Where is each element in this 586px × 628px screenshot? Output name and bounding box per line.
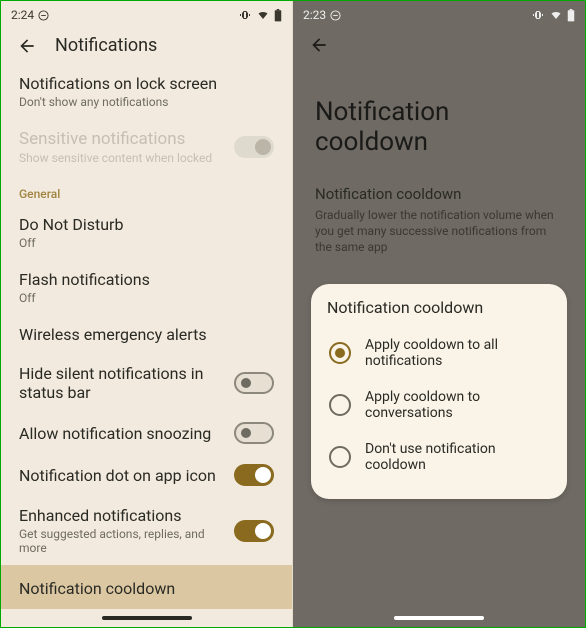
radio-icon[interactable] xyxy=(329,342,351,364)
radio-option[interactable]: Don't use notification cooldown xyxy=(327,431,551,483)
notification-cooldown-screen: 2:23 Notification cooldown Notification … xyxy=(293,1,585,627)
status-bar: 2:23 xyxy=(293,1,585,25)
settings-item: Sensitive notifications Show sensitive co… xyxy=(1,119,292,175)
radio-icon[interactable] xyxy=(329,394,351,416)
item-primary: Notifications on lock screen xyxy=(19,74,274,93)
wifi-icon xyxy=(549,9,563,21)
battery-icon xyxy=(567,9,575,22)
gesture-bar[interactable] xyxy=(293,609,585,627)
item-primary: Enhanced notifications xyxy=(19,506,224,525)
wifi-icon xyxy=(256,9,270,21)
toggle-switch xyxy=(234,136,274,158)
settings-item[interactable]: Wireless emergency alerts xyxy=(1,315,292,354)
section-subtitle: Notification cooldown xyxy=(293,167,585,203)
header xyxy=(293,25,585,55)
settings-item[interactable]: Notifications on lock screen Don't show a… xyxy=(1,64,292,119)
section-label-general: General xyxy=(1,175,292,205)
radio-option[interactable]: Apply cooldown to all notifications xyxy=(327,327,551,379)
toggle-switch[interactable] xyxy=(234,372,274,394)
item-primary: Notification dot on app icon xyxy=(19,466,224,485)
item-primary: Sensitive notifications xyxy=(19,129,224,149)
toggle-switch[interactable] xyxy=(234,464,274,486)
vibrate-icon xyxy=(238,9,252,21)
section-description: Gradually lower the notification volume … xyxy=(293,203,585,256)
settings-item[interactable]: Enhanced notifications Get suggested acti… xyxy=(1,496,292,565)
item-primary: Do Not Disturb xyxy=(19,215,274,234)
item-primary: Flash notifications xyxy=(19,270,274,289)
dnd-icon xyxy=(330,10,341,21)
settings-item[interactable]: Notification cooldown xyxy=(1,565,292,609)
item-secondary: Don't show any notifications xyxy=(19,95,274,109)
settings-item[interactable]: Do Not Disturb Off xyxy=(1,205,292,260)
item-secondary: Show sensitive content when locked xyxy=(19,151,224,165)
item-primary: Notification cooldown xyxy=(19,579,274,598)
toggle-switch[interactable] xyxy=(234,520,274,542)
page-title: Notifications xyxy=(55,35,157,56)
back-icon[interactable] xyxy=(309,35,329,55)
radio-icon[interactable] xyxy=(329,446,351,468)
radio-option[interactable]: Apply cooldown to conversations xyxy=(327,379,551,431)
item-secondary: Off xyxy=(19,236,274,250)
status-bar: 2:24 xyxy=(1,1,292,25)
item-secondary: Get suggested actions, replies, and more xyxy=(19,527,224,555)
radio-label: Apply cooldown to conversations xyxy=(365,389,549,421)
status-time: 2:24 xyxy=(11,8,34,22)
toggle-switch[interactable] xyxy=(234,422,274,444)
radio-label: Don't use notification cooldown xyxy=(365,441,549,473)
settings-item[interactable]: Hide silent notifications in status bar xyxy=(1,354,292,412)
page-title: Notification cooldown xyxy=(293,55,585,167)
item-secondary: Off xyxy=(19,291,274,305)
item-primary: Hide silent notifications in status bar xyxy=(19,364,224,402)
item-primary: Allow notification snoozing xyxy=(19,424,224,443)
vibrate-icon xyxy=(531,9,545,21)
settings-item[interactable]: Allow notification snoozing xyxy=(1,412,292,454)
status-time: 2:23 xyxy=(303,8,326,22)
settings-item[interactable]: Notification dot on app icon xyxy=(1,454,292,496)
battery-icon xyxy=(274,9,282,22)
gesture-bar[interactable] xyxy=(1,609,292,627)
dnd-icon xyxy=(38,10,49,21)
settings-item[interactable]: Flash notifications Off xyxy=(1,260,292,315)
item-primary: Wireless emergency alerts xyxy=(19,325,274,344)
header: Notifications xyxy=(1,25,292,64)
radio-label: Apply cooldown to all notifications xyxy=(365,337,549,369)
back-icon[interactable] xyxy=(17,36,37,56)
settings-list[interactable]: Notifications on lock screen Don't show a… xyxy=(1,64,292,609)
popup-title: Notification cooldown xyxy=(327,298,551,317)
settings-notifications-screen: 2:24 Notifications Notifications on lock… xyxy=(1,1,293,627)
cooldown-options-popup: Notification cooldown Apply cooldown to … xyxy=(311,284,567,499)
